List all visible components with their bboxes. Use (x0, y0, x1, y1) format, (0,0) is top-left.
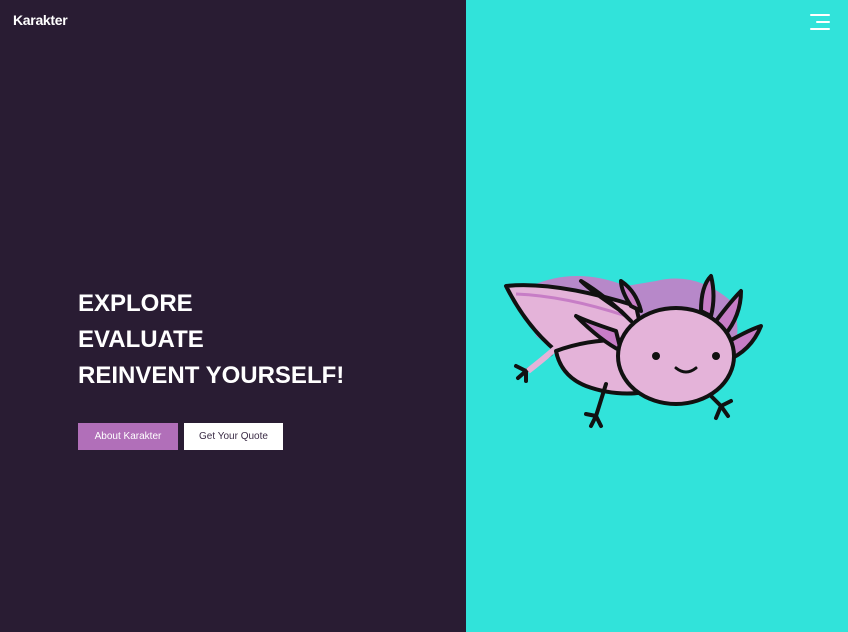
headline-line-3: REINVENT YOURSELF! (78, 362, 345, 389)
menu-line (816, 21, 830, 23)
menu-line (810, 14, 830, 16)
about-button[interactable]: About Karakter (78, 423, 178, 450)
page: Karakter EXPLORE EVALUATE REINVENT YOURS… (0, 0, 848, 632)
headline-line-2: EVALUATE (78, 326, 204, 353)
hamburger-menu-icon[interactable] (810, 14, 830, 32)
hero-headline: EXPLORE EVALUATE REINVENT YOURSELF! (78, 286, 344, 394)
right-panel (466, 0, 848, 632)
headline-line-1: EXPLORE (78, 290, 193, 317)
menu-line (810, 28, 830, 30)
logo[interactable]: Karakter (13, 12, 68, 28)
get-quote-button[interactable]: Get Your Quote (184, 423, 283, 450)
axolotl-illustration (504, 274, 763, 428)
left-panel: Karakter EXPLORE EVALUATE REINVENT YOURS… (0, 0, 466, 632)
